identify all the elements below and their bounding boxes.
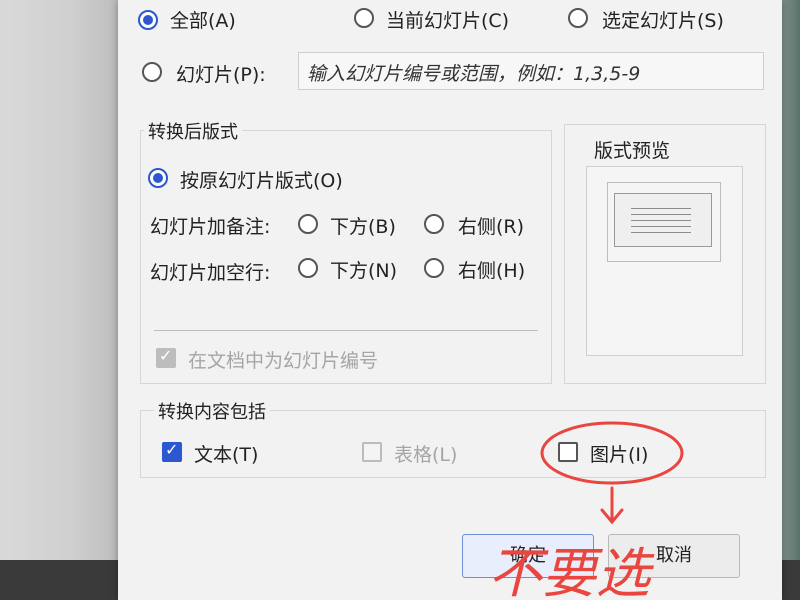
- slide-number-checkbox[interactable]: [156, 346, 176, 368]
- scope-slides-radio[interactable]: [142, 62, 162, 82]
- preview-text-line: [631, 220, 691, 221]
- convert-to-document-dialog: 全部(A) 当前幻灯片(C) 选定幻灯片(S) 幻灯片(P): 输入幻灯片编号或…: [118, 0, 782, 600]
- notes-label: 幻灯片加备注:: [150, 216, 271, 238]
- notes-below-label[interactable]: 下方(B): [330, 212, 396, 239]
- layout-preview: [586, 166, 743, 356]
- background-left: [0, 0, 120, 600]
- content-table-checkbox[interactable]: [362, 442, 382, 462]
- content-text-label[interactable]: 文本(T): [194, 440, 258, 467]
- scope-current-radio[interactable]: [354, 8, 374, 28]
- preview-text-line: [631, 226, 691, 227]
- layout-original-label[interactable]: 按原幻灯片版式(O): [180, 166, 343, 193]
- slide-range-input[interactable]: 输入幻灯片编号或范围，例如：1,3,5-9: [298, 52, 764, 90]
- content-image-label[interactable]: 图片(I): [590, 440, 648, 467]
- content-image-checkbox[interactable]: [558, 442, 578, 462]
- preview-text-line: [631, 214, 691, 215]
- content-table-label[interactable]: 表格(L): [394, 440, 457, 467]
- scope-all-radio[interactable]: [138, 10, 158, 30]
- scope-selected-label[interactable]: 选定幻灯片(S): [602, 6, 724, 33]
- preview-slide-thumbnail: [607, 182, 721, 262]
- preview-text-line: [631, 208, 691, 209]
- blank-lines-label: 幻灯片加空行:: [150, 262, 271, 284]
- notes-right-label[interactable]: 右侧(R): [458, 212, 524, 239]
- preview-title: 版式预览: [594, 140, 671, 162]
- content-group-title: 转换内容包括: [154, 398, 270, 424]
- ok-button[interactable]: 确定: [462, 534, 594, 578]
- notes-right-radio[interactable]: [424, 214, 444, 234]
- layout-divider: [154, 330, 538, 331]
- notes-below-radio[interactable]: [298, 214, 318, 234]
- preview-text-line: [631, 232, 691, 233]
- slide-number-label[interactable]: 在文档中为幻灯片编号: [188, 346, 378, 373]
- scope-slides-label[interactable]: 幻灯片(P):: [176, 60, 266, 87]
- blank-below-radio[interactable]: [298, 258, 318, 278]
- preview-slide-content: [614, 193, 712, 247]
- blank-right-radio[interactable]: [424, 258, 444, 278]
- scope-selected-radio[interactable]: [568, 8, 588, 28]
- scope-current-label[interactable]: 当前幻灯片(C): [386, 6, 509, 33]
- cancel-button[interactable]: 取消: [608, 534, 740, 578]
- layout-group-title: 转换后版式: [144, 118, 242, 144]
- blank-below-label[interactable]: 下方(N): [330, 256, 397, 283]
- layout-original-radio[interactable]: [148, 168, 168, 188]
- scope-all-label[interactable]: 全部(A): [170, 6, 236, 33]
- blank-right-label[interactable]: 右侧(H): [458, 256, 525, 283]
- content-text-checkbox[interactable]: [162, 440, 182, 462]
